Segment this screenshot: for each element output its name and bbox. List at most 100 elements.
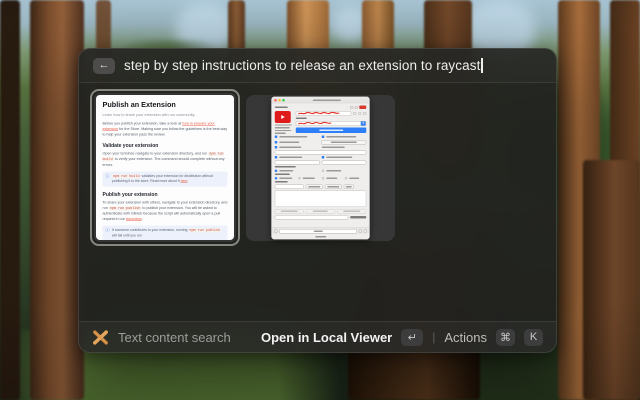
section-label-placeholder: [275, 174, 290, 176]
status-label-placeholder: [315, 236, 326, 238]
doc-link: here: [181, 179, 188, 183]
app-status-bar: [272, 234, 370, 239]
power-icon: [364, 230, 367, 233]
option-label-placeholder: [326, 170, 341, 172]
account-dropdown: [296, 111, 352, 116]
button-label-placeholder: [346, 186, 352, 188]
chevron-down-icon: [362, 123, 364, 125]
command-key-badge: ⌘: [496, 329, 515, 346]
search-input[interactable]: step by step instructions to release an …: [124, 57, 483, 75]
settings-icon: [274, 230, 277, 233]
device-row: [275, 106, 367, 110]
doc-title: Publish an Extension: [103, 101, 228, 109]
app-button: [344, 184, 354, 189]
disabled-buttons-row: [275, 209, 367, 214]
inline-code: npm run publish: [109, 207, 142, 211]
refresh-icon: [350, 106, 353, 109]
badge: [359, 106, 366, 110]
button-label-placeholder: [331, 141, 357, 143]
radio-button: [322, 169, 325, 172]
text-caret: [481, 58, 483, 73]
input-row: [275, 160, 367, 164]
path-row: [275, 215, 367, 220]
results-area: Publish an Extension Learn how to share …: [79, 83, 556, 321]
button-label-placeholder: [308, 186, 320, 188]
result-thumbnail-app-window[interactable]: [246, 95, 395, 241]
app-name-input: [275, 150, 367, 154]
checkbox-row: [275, 156, 367, 159]
device-label-placeholder: [275, 107, 288, 109]
checkbox-row: [275, 140, 367, 145]
tweak-input: [275, 184, 304, 189]
checkbox-row: [275, 136, 367, 139]
apple-id-field: [296, 121, 367, 126]
app-button: [325, 184, 342, 189]
doc-heading-validate: Validate your extension: [103, 143, 228, 149]
account-row: [296, 111, 367, 116]
dropdown-cap: [361, 121, 366, 125]
search-bar[interactable]: ← step by step instructions to release a…: [79, 49, 556, 83]
radio-button: [275, 177, 278, 180]
doc-heading-publish: Publish your extension: [103, 192, 228, 198]
callout-text: npm run build validates your extension f…: [112, 174, 224, 184]
info-icon: ⓘ: [106, 174, 110, 184]
lock-icon: [353, 112, 356, 115]
app-button: [321, 140, 366, 145]
doc-publish-paragraph: To share your extension with others, nav…: [103, 200, 228, 222]
app-window: [271, 97, 370, 240]
back-arrow-icon: ←: [99, 60, 110, 71]
info-callout: ⓘ If someone contributes to your extensi…: [103, 226, 228, 240]
radio-button: [322, 177, 325, 180]
checkbox-row: [275, 146, 367, 149]
pause-icon: [359, 230, 362, 233]
search-query-text: step by step instructions to release an …: [124, 58, 480, 73]
main-columns: [275, 111, 367, 134]
app-button: [306, 184, 323, 189]
checkbox: [322, 156, 325, 159]
option-label-placeholder: [326, 157, 352, 159]
open-in-local-viewer-button[interactable]: Open in Local Viewer: [261, 330, 392, 345]
option-label-placeholder: [279, 170, 293, 172]
launcher-panel: ← step by step instructions to release a…: [78, 48, 557, 353]
text-line: [275, 127, 290, 128]
version-input: [275, 160, 320, 164]
text-line: [275, 133, 286, 134]
app-body: [272, 104, 370, 228]
back-button[interactable]: ←: [93, 58, 115, 74]
bundle-id-input: [322, 160, 367, 164]
tweaks-list-box: [275, 191, 367, 208]
actions-button[interactable]: Actions: [444, 330, 487, 345]
info-icon: [355, 106, 358, 109]
close-traffic-light: [274, 99, 277, 102]
section-label-placeholder: [275, 181, 288, 183]
youtube-app-icon: [275, 111, 291, 123]
section-label-placeholder: [275, 166, 296, 168]
button-label-placeholder: [313, 210, 328, 212]
app-icon-column: [275, 111, 294, 134]
radio-row: [275, 169, 367, 172]
option-label-placeholder: [303, 177, 315, 179]
path-input: [275, 215, 349, 220]
checkbox: [275, 136, 278, 139]
edit-icon: [358, 112, 361, 115]
share-icon: [363, 112, 366, 115]
button-label-placeholder: [327, 186, 339, 188]
tweak-row: [275, 184, 367, 189]
checkbox: [275, 146, 278, 149]
doc-subtitle: Learn how to share your extension with o…: [103, 112, 228, 118]
doc-intro: Before you publish your extension, take …: [103, 121, 228, 137]
desktop: ← step by step instructions to release a…: [0, 0, 640, 400]
window-title-placeholder: [313, 99, 341, 101]
app-button: [275, 209, 304, 214]
result-thumbnail-docs-page[interactable]: Publish an Extension Learn how to share …: [90, 89, 240, 246]
start-button: [279, 229, 357, 234]
text-line: [275, 124, 292, 125]
doc-validate-paragraph: Open your terminal, navigate to your ext…: [103, 151, 228, 168]
text-line: [275, 130, 292, 131]
minimize-traffic-light: [278, 99, 281, 102]
button-label-placeholder: [281, 210, 298, 212]
option-label-placeholder: [326, 177, 337, 179]
doc-page: Publish an Extension Learn how to share …: [96, 95, 234, 240]
button-label-placeholder: [314, 230, 323, 232]
option-label-placeholder: [279, 136, 307, 138]
